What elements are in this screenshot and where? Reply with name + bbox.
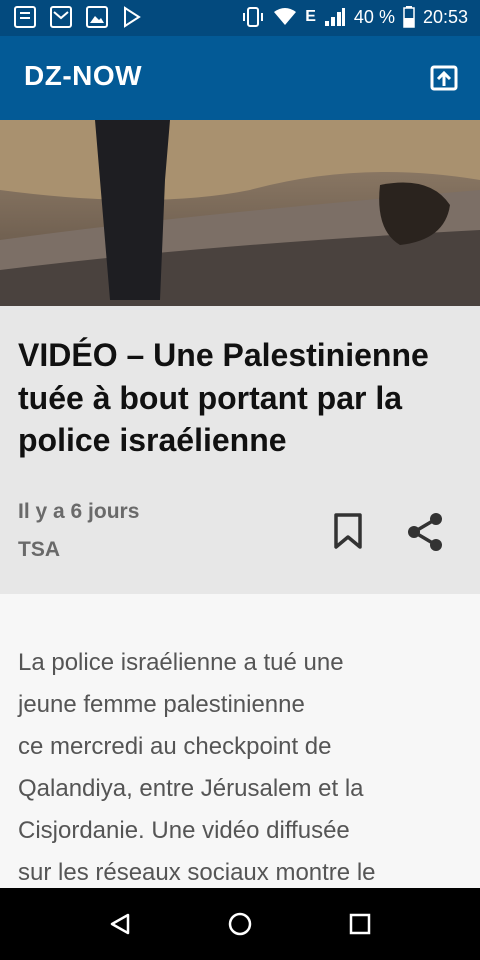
notification-icons: [14, 6, 142, 28]
status-bar: E 40 % 20:53: [0, 0, 480, 36]
navigation-bar: [0, 888, 480, 960]
signal-type-label: E: [305, 8, 316, 25]
clock: 20:53: [422, 6, 468, 27]
signal-icon: [324, 8, 345, 26]
back-icon[interactable]: [108, 912, 132, 936]
share-icon[interactable]: [406, 511, 446, 553]
article-source[interactable]: TSA: [18, 538, 60, 562]
play-store-icon: [124, 6, 141, 28]
app-bar: DZ-NOW: [0, 36, 480, 120]
home-icon[interactable]: [227, 911, 253, 937]
article-hero-image: [0, 120, 480, 306]
battery-icon: [403, 6, 415, 28]
bookmark-icon[interactable]: [332, 512, 364, 550]
recents-icon[interactable]: [349, 913, 371, 935]
open-share-icon[interactable]: [430, 65, 458, 91]
wifi-icon: [274, 8, 297, 25]
article-headline: VIDÉO – Une Palestinienne tuée à bout po…: [18, 337, 429, 459]
battery-percent: 40 %: [353, 6, 395, 27]
vibrate-icon: [243, 7, 264, 27]
app-title: DZ-NOW: [24, 60, 143, 91]
photos-icon: [86, 6, 108, 28]
article-time: Il y a 6 jours: [18, 500, 140, 523]
gmail-icon: [50, 6, 72, 28]
system-icons: E 40 % 20:53: [241, 6, 468, 28]
article-body: La police israélienne a tué une jeune fe…: [18, 649, 376, 886]
newspaper-icon: [14, 6, 36, 28]
